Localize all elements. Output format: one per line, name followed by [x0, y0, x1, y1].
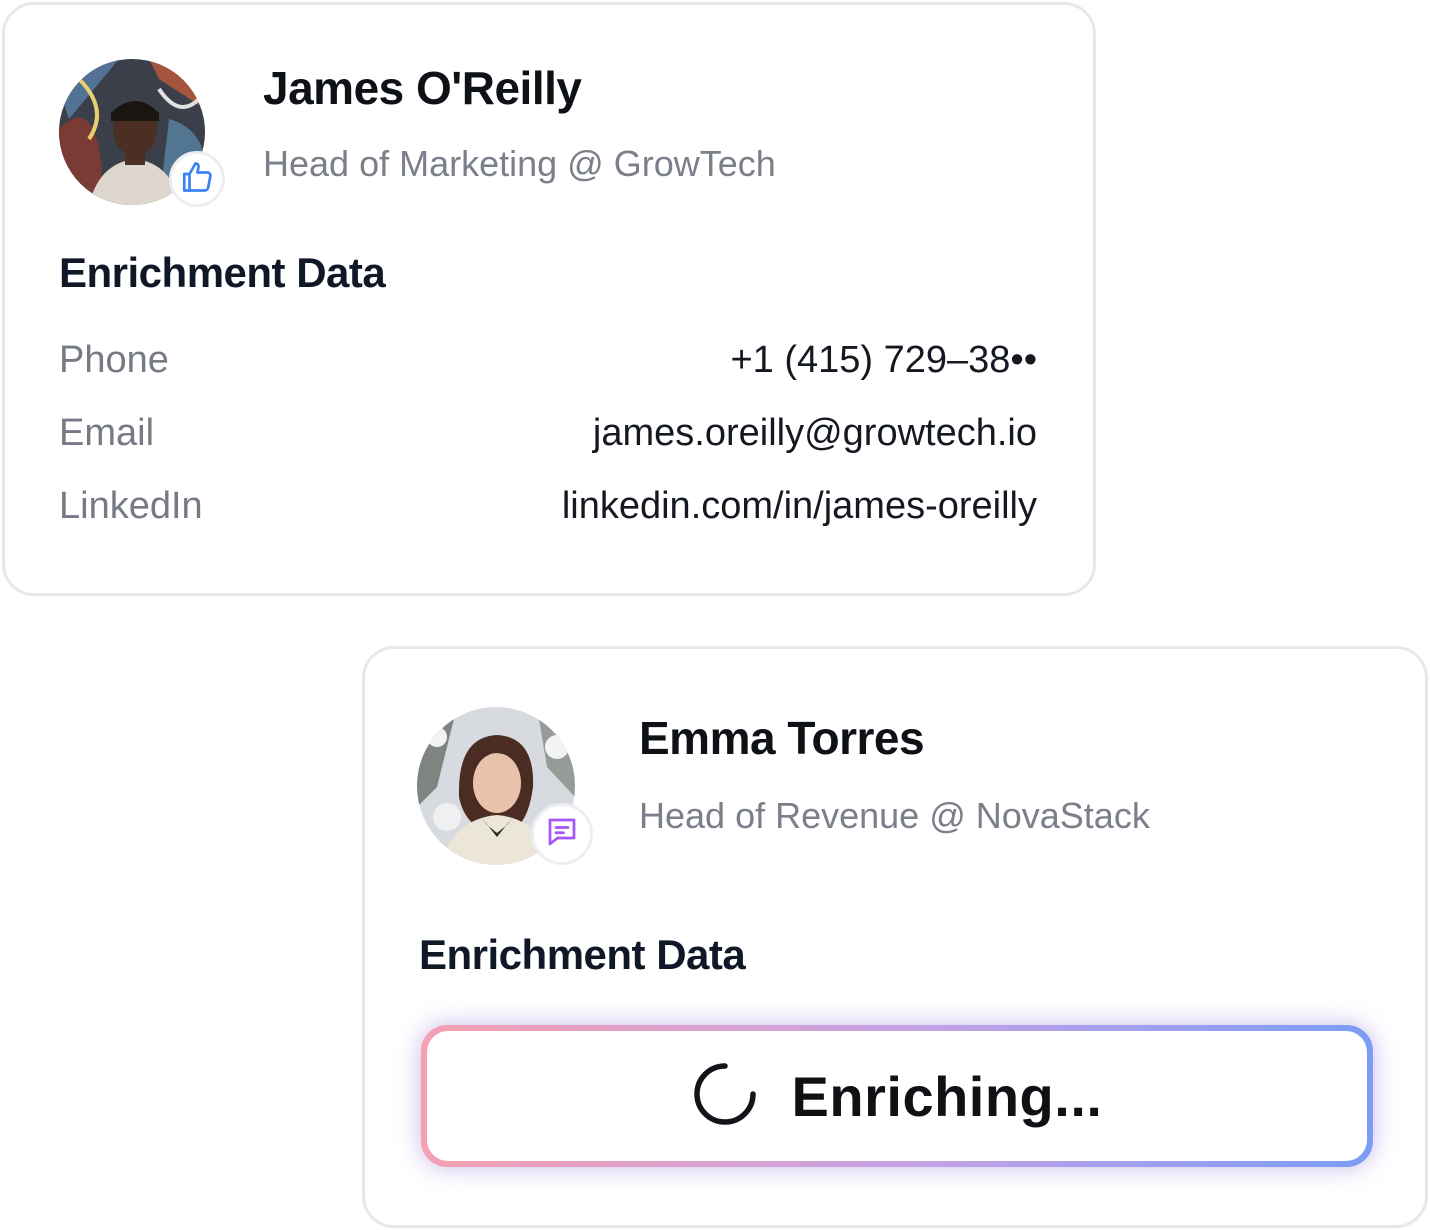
avatar-wrap: [59, 59, 225, 207]
contact-card-james: James O'Reilly Head of Marketing @ GrowT…: [2, 2, 1096, 596]
chat-message-icon: [544, 814, 580, 855]
avatar-wrap: [417, 707, 593, 865]
contact-title: Head of Marketing @ GrowTech: [263, 143, 776, 184]
linkedin-value[interactable]: linkedin.com/in/james-oreilly: [562, 485, 1037, 528]
enriching-label: Enriching...: [791, 1064, 1103, 1128]
badge: [169, 151, 225, 207]
contact-name: Emma Torres: [639, 712, 925, 764]
phone-value[interactable]: +1 (415) 729–38••: [730, 339, 1037, 382]
field-label: Phone: [59, 339, 169, 381]
contact-card-emma: Emma Torres Head of Revenue @ NovaStack …: [362, 646, 1428, 1228]
thumbs-up-icon: [179, 159, 215, 200]
enriching-status-box: Enriching...: [421, 1025, 1373, 1167]
field-row-linkedin: LinkedIn linkedin.com/in/james-oreilly: [59, 485, 1037, 535]
email-value[interactable]: james.oreilly@growtech.io: [593, 412, 1037, 455]
field-row-email: Email james.oreilly@growtech.io: [59, 412, 1037, 462]
section-heading: Enrichment Data: [59, 249, 386, 296]
field-label: Email: [59, 412, 155, 454]
badge: [531, 803, 593, 865]
spinner-icon: [692, 1061, 758, 1132]
contact-title: Head of Revenue @ NovaStack: [639, 795, 1150, 836]
contact-name: James O'Reilly: [263, 62, 582, 114]
section-heading: Enrichment Data: [419, 931, 746, 978]
field-row-phone: Phone +1 (415) 729–38••: [59, 339, 1037, 389]
enriching-status-inner: Enriching...: [427, 1031, 1367, 1161]
field-label: LinkedIn: [59, 485, 203, 527]
